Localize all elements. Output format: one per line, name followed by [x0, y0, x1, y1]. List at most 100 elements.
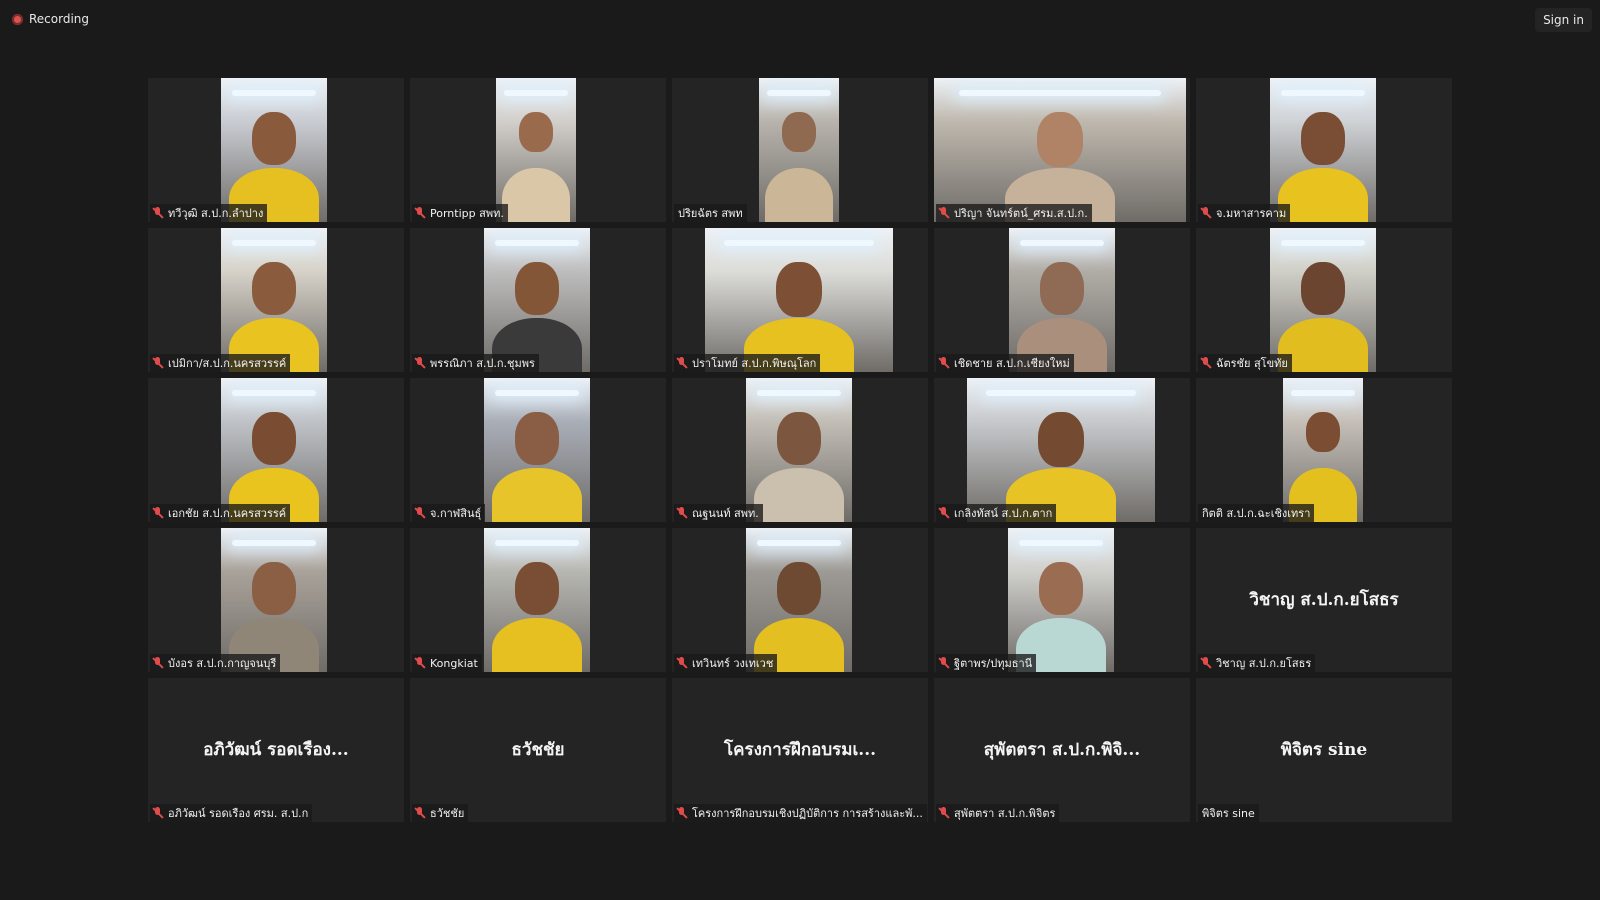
participant-grid: ทวีวุฒิ ส.ป.ก.ลำปาง Porntipp สพท. ปริยฉัตร…: [148, 78, 1452, 822]
participant-tile[interactable]: โครงการฝึกอบรมเ... โครงการฝึกอบรมเชิงปฏิบ…: [672, 678, 928, 822]
participant-tile[interactable]: ปริยฉัตร สพท: [672, 78, 928, 222]
participant-head: [1037, 112, 1083, 168]
participant-head: [776, 412, 822, 466]
participant-name: พิจิตร sine: [1202, 807, 1255, 820]
participant-head: [1039, 262, 1085, 316]
participant-tile[interactable]: เชิดชาย ส.ป.ก.เชียงใหม่: [934, 228, 1190, 372]
mic-muted-icon: [938, 207, 950, 219]
mic-muted-icon: [152, 657, 164, 669]
recording-label: Recording: [29, 12, 90, 26]
mic-muted-icon: [414, 207, 426, 219]
participant-name: พรรณิภา ส.ป.ก.ชุมพร: [430, 357, 535, 370]
participant-name: ปริยฉัตร สพท: [678, 207, 743, 220]
mic-muted-icon: [1200, 207, 1212, 219]
participant-name-bar: ณฐนนท์ สพท.: [674, 504, 763, 522]
participant-video: [1009, 228, 1115, 372]
participant-name: เกลิงทัสน์ ส.ป.ก.ตาก: [954, 507, 1053, 520]
mic-muted-icon: [152, 507, 164, 519]
participant-tile[interactable]: เอกชัย ส.ป.ก.นครสวรรค์: [148, 378, 404, 522]
participant-head: [514, 262, 560, 316]
mic-muted-icon: [414, 507, 426, 519]
participant-name: Kongkiat: [430, 656, 478, 670]
participant-display-name: สุพัตตรา ส.ป.ก.พิจิ...: [983, 740, 1141, 760]
ceiling-light: [756, 390, 842, 396]
participant-body: [491, 468, 583, 522]
participant-tile[interactable]: จ.มหาสารคาม: [1196, 78, 1452, 222]
participant-name: อภิวัฒน์ รอดเรือง ศรม. ส.ป.ก: [168, 807, 309, 820]
ceiling-light: [1280, 240, 1366, 246]
participant-name: Porntipp สพท.: [430, 207, 504, 220]
participant-head: [251, 412, 297, 466]
participant-tile[interactable]: ปริญา จันทร์ตน์_ศรม.ส.ป.ก.: [934, 78, 1190, 222]
participant-video: [967, 378, 1155, 522]
participant-name-bar: ปริยฉัตร สพท: [674, 204, 747, 222]
participant-tile[interactable]: พิจิตร sine พิจิตร sine: [1196, 678, 1452, 822]
participant-tile[interactable]: ฉัตรชัย สุโขทัย: [1196, 228, 1452, 372]
mic-muted-icon: [938, 807, 950, 819]
participant-tile[interactable]: บังอร ส.ป.ก.กาญจนบุรี: [148, 528, 404, 672]
ceiling-light: [231, 390, 317, 396]
participant-tile[interactable]: ทวีวุฒิ ส.ป.ก.ลำปาง: [148, 78, 404, 222]
participant-head: [251, 112, 297, 166]
participant-name-bar: ฉัตรชัย สุโขทัย: [1198, 354, 1292, 372]
ceiling-light: [494, 540, 580, 546]
sign-in-button[interactable]: Sign in: [1535, 8, 1592, 32]
participant-tile[interactable]: กิตติ ส.ป.ก.ฉะเชิงเทรา: [1196, 378, 1452, 522]
participant-name-bar: พรรณิภา ส.ป.ก.ชุมพร: [412, 354, 539, 372]
participant-name-bar: เปมิกา/ส.ป.ก.นครสวรรค์: [150, 354, 291, 372]
participant-video: [759, 78, 839, 222]
participant-name: กิตติ ส.ป.ก.ฉะเชิงเทรา: [1202, 507, 1311, 520]
mic-muted-icon: [414, 357, 426, 369]
participant-tile[interactable]: เทวินทร์ วงเทเวช: [672, 528, 928, 672]
participant-tile[interactable]: Porntipp สพท.: [410, 78, 666, 222]
participant-head: [1038, 412, 1084, 468]
participant-name-bar: จ.กาฬสินธุ์: [412, 504, 486, 522]
participant-tile[interactable]: จ.กาฬสินธุ์: [410, 378, 666, 522]
record-icon: [12, 13, 23, 25]
participant-name-bar: พิจิตร sine: [1198, 804, 1259, 822]
participant-name: เทวินทร์ วงเทเวช: [692, 657, 774, 670]
participant-display-name: อภิวัฒน์ รอดเรือง...: [203, 740, 349, 760]
participant-tile[interactable]: Kongkiat: [410, 528, 666, 672]
ceiling-light: [1019, 240, 1105, 246]
participant-name: ปริญา จันทร์ตน์_ศรม.ส.ป.ก.: [954, 207, 1088, 220]
participant-tile[interactable]: อภิวัฒน์ รอดเรือง... อภิวัฒน์ รอดเรือง ศร…: [148, 678, 404, 822]
participant-head: [251, 562, 297, 616]
ceiling-light: [494, 240, 580, 246]
mic-muted-icon: [152, 357, 164, 369]
participant-video: [1270, 78, 1376, 222]
participant-name-bar: ปราโมทย์ ส.ป.ก.พิษณุโลก: [674, 354, 821, 372]
participant-tile[interactable]: พรรณิภา ส.ป.ก.ชุมพร: [410, 228, 666, 372]
participant-name: เอกชัย ส.ป.ก.นครสวรรค์: [168, 507, 287, 520]
participant-name: เชิดชาย ส.ป.ก.เชียงใหม่: [954, 357, 1070, 370]
participant-tile[interactable]: ฐิตาพร/ปทุมธานี: [934, 528, 1190, 672]
mic-muted-icon: [152, 807, 164, 819]
mic-muted-icon: [414, 657, 426, 669]
ceiling-light: [231, 240, 317, 246]
participant-tile[interactable]: สุพัตตรา ส.ป.ก.พิจิ... สุพัตตรา ส.ป.ก.พิจ…: [934, 678, 1190, 822]
participant-name: ฉัตรชัย สุโขทัย: [1216, 357, 1288, 370]
participant-head: [251, 262, 297, 316]
participant-body: [753, 468, 845, 522]
participant-video: [934, 78, 1186, 222]
participant-video: [484, 528, 590, 672]
participant-tile[interactable]: เปมิกา/ส.ป.ก.นครสวรรค์: [148, 228, 404, 372]
recording-indicator: Recording: [12, 12, 89, 26]
participant-tile[interactable]: เกลิงทัสน์ ส.ป.ก.ตาก: [934, 378, 1190, 522]
participant-head: [519, 112, 553, 153]
participant-name-bar: จ.มหาสารคาม: [1198, 204, 1291, 222]
participant-tile[interactable]: วิชาญ ส.ป.ก.ยโสธร วิชาญ ส.ป.ก.ยโสธร: [1196, 528, 1452, 672]
participant-tile[interactable]: ณฐนนท์ สพท.: [672, 378, 928, 522]
participant-body: [502, 168, 570, 222]
participant-head: [1300, 262, 1346, 316]
participant-name-bar: โครงการฝึกอบรมเชิงปฏิบัติการ การสร้างและ…: [674, 804, 927, 822]
mic-muted-icon: [676, 657, 688, 669]
participant-video: [705, 228, 893, 372]
participant-head: [514, 562, 560, 616]
participant-video: [484, 228, 590, 372]
participant-video: [1270, 228, 1376, 372]
participant-tile[interactable]: ธวัชชัย ธวัชชัย: [410, 678, 666, 822]
participant-display-name: พิจิตร sine: [1280, 740, 1368, 760]
mic-muted-icon: [938, 507, 950, 519]
participant-tile[interactable]: ปราโมทย์ ส.ป.ก.พิษณุโลก: [672, 228, 928, 372]
